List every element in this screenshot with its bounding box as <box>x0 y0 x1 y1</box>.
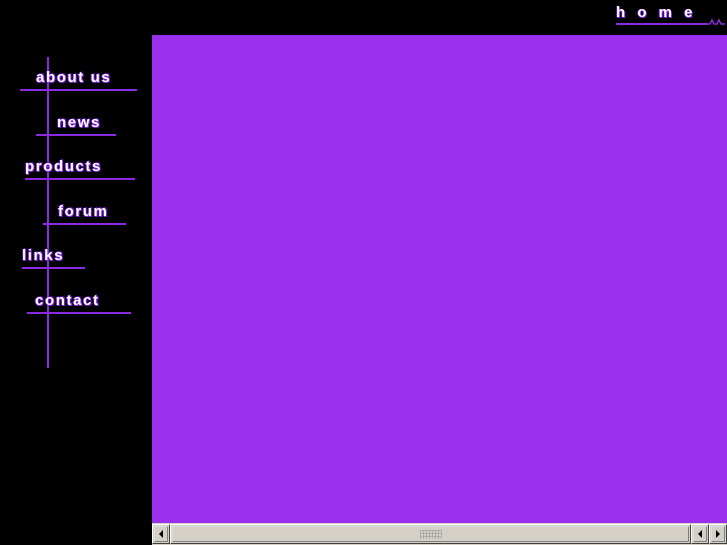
sidebar-item-underline <box>43 223 126 225</box>
sidebar-item-label: forum <box>58 203 109 220</box>
home-link[interactable]: h o m e <box>597 4 727 32</box>
sidebar-item-label: contact <box>35 292 100 309</box>
page-root: h o m e about us news products forum lin… <box>0 0 727 545</box>
scroll-left-button[interactable] <box>152 524 170 544</box>
grip-dots-icon <box>419 529 442 539</box>
sidebar-item-underline <box>22 267 85 269</box>
sidebar-item-underline <box>27 312 131 314</box>
sidebar-item-forum[interactable]: forum <box>0 199 152 225</box>
sidebar-item-label: news <box>57 114 101 131</box>
top-bar: h o m e <box>0 0 727 35</box>
main-content-panel <box>152 35 727 523</box>
sidebar-nav: about us news products forum links conta… <box>0 35 152 545</box>
scrollbar-track[interactable] <box>170 524 691 544</box>
home-link-label: h o m e <box>616 4 697 21</box>
sidebar-item-underline <box>36 134 116 136</box>
horizontal-scrollbar[interactable] <box>152 523 727 545</box>
sidebar-item-news[interactable]: news <box>0 110 152 136</box>
squiggle-flourish-icon <box>705 18 725 25</box>
scrollbar-thumb[interactable] <box>170 524 691 544</box>
sidebar-item-underline <box>25 178 135 180</box>
sidebar-item-contact[interactable]: contact <box>0 288 152 314</box>
sidebar-item-label: links <box>22 247 65 264</box>
sidebar-item-about-us[interactable]: about us <box>0 65 152 91</box>
sidebar-item-underline <box>20 89 137 91</box>
sidebar-item-label: about us <box>36 69 112 86</box>
arrow-left-icon <box>159 530 163 538</box>
sidebar-item-products[interactable]: products <box>0 154 152 180</box>
scroll-buttons-right <box>691 523 727 545</box>
sidebar-item-links[interactable]: links <box>0 243 152 269</box>
arrow-right-icon <box>716 530 720 538</box>
arrow-left-icon <box>698 530 702 538</box>
home-link-underline <box>616 23 707 25</box>
scroll-right-button[interactable] <box>709 524 727 544</box>
sidebar-item-label: products <box>25 158 102 175</box>
scroll-back-button[interactable] <box>691 524 709 544</box>
